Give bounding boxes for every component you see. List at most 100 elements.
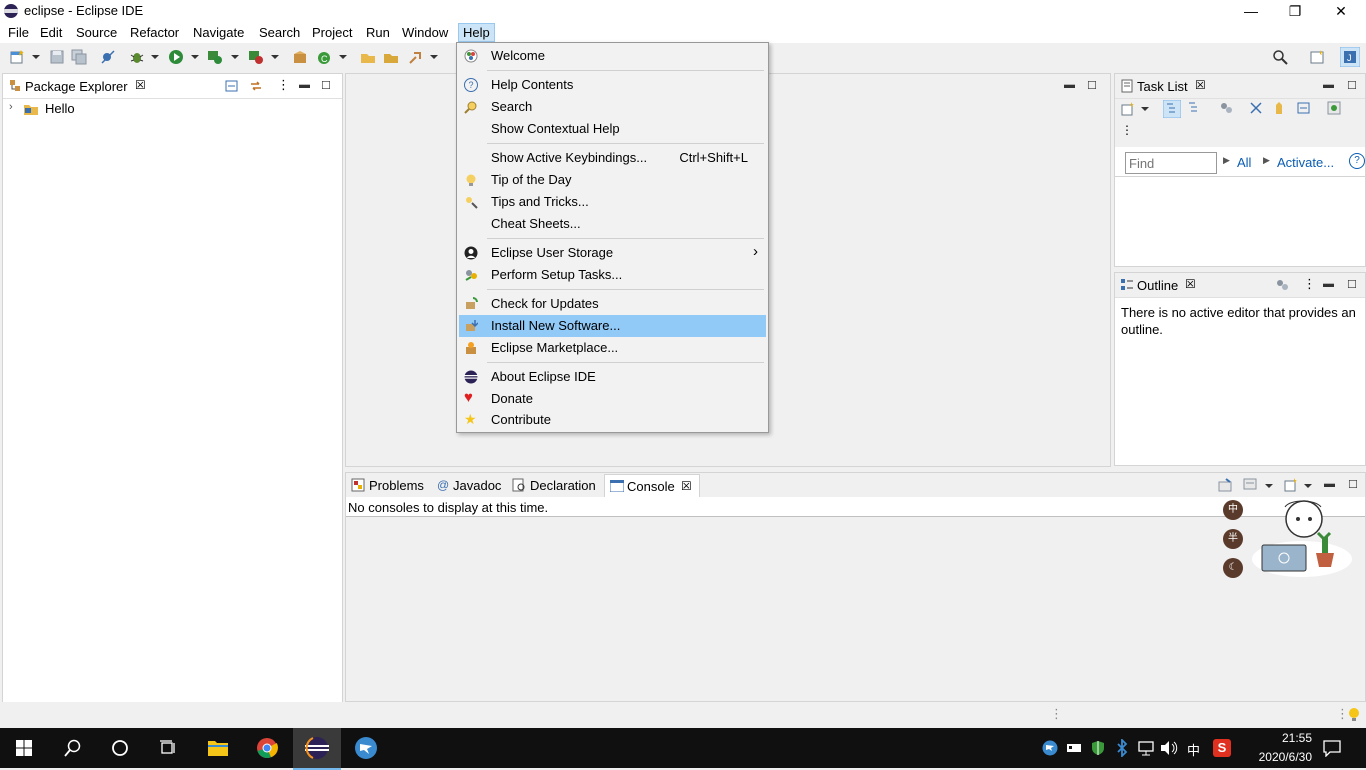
menu-help[interactable]: Help [458,23,495,42]
menu-item-help-contents[interactable]: ? Help Contents [457,74,768,96]
windows-start-icon[interactable] [16,740,32,756]
open-type-icon[interactable] [360,49,376,65]
display-console-dropdown-icon[interactable] [1265,484,1273,488]
synchronize-icon[interactable] [1327,101,1341,115]
close-tab-icon[interactable]: ☒ [135,78,146,92]
outline-tab[interactable]: Outline [1137,276,1178,296]
widget-button-half[interactable]: 半 [1223,529,1243,549]
editor-minimize-icon[interactable]: ▬ [1064,79,1075,91]
minimize-view-icon[interactable]: ▬ [1323,278,1334,290]
view-menu-icon[interactable]: ⋮ [1121,123,1133,137]
lightbulb-icon[interactable] [1348,707,1360,723]
taskbar-eclipse-active[interactable] [293,728,341,770]
task-view-icon[interactable] [159,739,177,757]
package-explorer-tab[interactable]: Package Explorer [25,77,128,97]
volume-icon[interactable] [1160,740,1178,756]
new-task-icon[interactable] [1121,102,1135,116]
taskbar-date[interactable]: 2020/6/30 [1226,750,1312,764]
all-link[interactable]: All [1237,155,1251,170]
menu-project[interactable]: Project [312,25,352,40]
notification-icon[interactable] [1323,739,1341,757]
minimize-view-icon[interactable]: ▬ [299,79,310,91]
scheduled-icon[interactable] [1187,101,1201,115]
skip-breakpoints-icon[interactable] [100,49,116,65]
menu-item-show-active-keybindings[interactable]: Show Active Keybindings... Ctrl+Shift+L [457,147,768,169]
tab-declaration[interactable]: Declaration [530,476,596,496]
menu-item-tips-and-tricks[interactable]: Tips and Tricks... [457,191,768,213]
menu-window[interactable]: Window [402,25,448,40]
bluetooth-icon[interactable] [1116,739,1128,757]
run-dropdown-icon[interactable] [191,55,199,59]
taskbar-time[interactable]: 21:55 [1252,731,1312,745]
new-file-icon[interactable] [9,49,25,65]
task-find-input[interactable] [1125,152,1217,174]
open-task-icon[interactable] [383,49,399,65]
menu-source[interactable]: Source [76,25,117,40]
view-menu-icon[interactable]: ⋮ [1303,276,1316,292]
menu-item-perform-setup-tasks[interactable]: Perform Setup Tasks... [457,264,768,286]
new-dropdown-icon[interactable] [32,55,40,59]
search-tool-dropdown-icon[interactable] [430,55,438,59]
menu-item-eclipse-marketplace[interactable]: Eclipse Marketplace... [457,337,768,359]
close-tab-icon[interactable]: ☒ [1185,277,1196,291]
menu-navigate[interactable]: Navigate [193,25,244,40]
ime-indicator[interactable]: 中 [1187,740,1200,759]
maximize-view-icon[interactable]: ☐ [321,79,331,92]
menu-item-contribute[interactable]: ★ Contribute [457,409,768,431]
expand-icon[interactable] [1297,101,1311,115]
external-tools-dropdown-icon[interactable] [271,55,279,59]
menu-item-tip-of-the-day[interactable]: Tip of the Day [457,169,768,191]
task-list-tab[interactable]: Task List [1137,77,1188,97]
widget-button-chinese[interactable]: 中 [1223,500,1243,520]
new-class-dropdown-icon[interactable] [339,55,347,59]
new-class-icon[interactable]: C [316,49,332,65]
close-button[interactable]: ✕ [1318,0,1364,22]
help-icon[interactable]: ? [1349,153,1365,169]
chrome-icon[interactable] [256,737,278,759]
new-task-dropdown-icon[interactable] [1141,107,1149,111]
maximize-view-icon[interactable]: ☐ [1347,278,1357,291]
debug-dropdown-icon[interactable] [151,55,159,59]
save-all-icon[interactable] [71,49,87,65]
open-console-dropdown-icon[interactable] [1304,484,1312,488]
view-menu-icon[interactable]: ⋮ [277,77,290,93]
tab-javadoc[interactable]: Javadoc [453,476,501,496]
external-tools-icon[interactable] [248,49,264,65]
menu-file[interactable]: File [8,25,29,40]
cortana-icon[interactable] [111,739,129,757]
categorized-icon[interactable] [1163,100,1181,118]
close-tab-icon[interactable]: ☒ [1195,78,1206,92]
collapse-icon[interactable] [1273,101,1287,115]
pin-console-icon[interactable] [1218,478,1232,492]
debug-icon[interactable] [129,49,145,65]
menu-item-cheat-sheets[interactable]: Cheat Sheets... [457,213,768,235]
maximize-view-icon[interactable]: ☐ [1347,79,1357,92]
minimize-view-icon[interactable]: ▬ [1323,79,1334,91]
menu-item-eclipse-user-storage[interactable]: Eclipse User Storage › [457,242,768,264]
dingtalk-tray-icon[interactable] [1042,740,1058,756]
close-tab-icon[interactable]: ☒ [681,479,692,493]
minimize-view-icon[interactable]: ▬ [1324,478,1335,490]
menu-search[interactable]: Search [259,25,300,40]
menu-run[interactable]: Run [366,25,390,40]
restore-button[interactable]: ❐ [1272,0,1318,22]
link-with-editor-icon[interactable] [249,79,263,93]
menu-item-about-eclipse-ide[interactable]: About Eclipse IDE [457,366,768,388]
hide-completed-icon[interactable] [1249,101,1263,115]
focus-icon[interactable] [1275,278,1289,292]
menu-item-check-for-updates[interactable]: Check for Updates [457,293,768,315]
menu-item-install-new-software[interactable]: Install New Software... [459,315,766,337]
menu-item-donate[interactable]: ♥ Donate [457,388,768,410]
save-icon[interactable] [49,49,65,65]
network-device-icon[interactable] [1066,741,1082,755]
menu-item-welcome[interactable]: Welcome [457,45,768,67]
editor-maximize-icon[interactable]: ☐ [1087,79,1097,92]
new-java-package-icon[interactable] [292,49,308,65]
maximize-view-icon[interactable]: ☐ [1348,478,1358,491]
tab-console[interactable]: Console [627,477,675,497]
coverage-icon[interactable] [207,49,223,65]
menu-edit[interactable]: Edit [40,25,62,40]
network-icon[interactable] [1138,740,1154,756]
collapse-all-icon[interactable] [225,79,239,93]
coverage-dropdown-icon[interactable] [231,55,239,59]
